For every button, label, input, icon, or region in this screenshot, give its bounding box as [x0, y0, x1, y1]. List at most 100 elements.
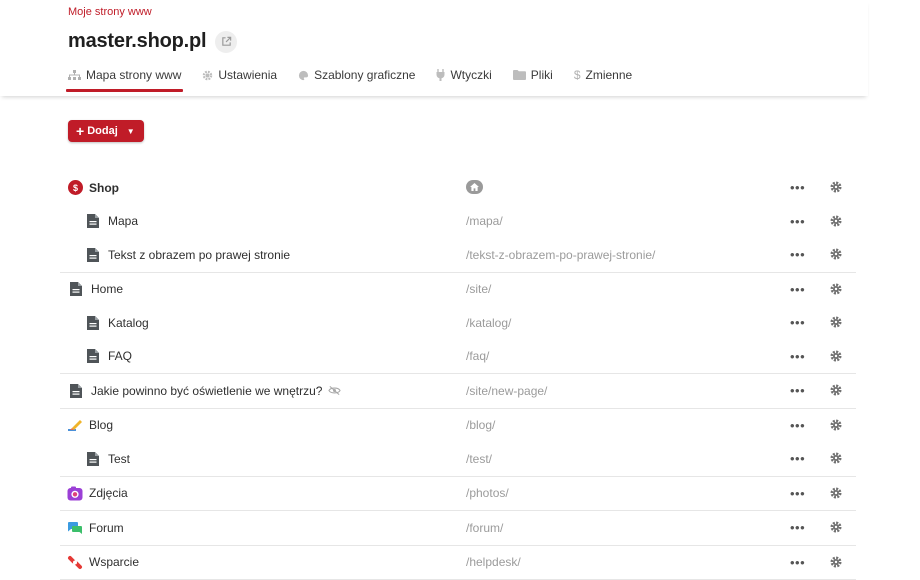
- row-settings-button[interactable]: [830, 283, 842, 298]
- list-item[interactable]: Mapa /mapa/ •••: [60, 205, 856, 239]
- gear-icon: [830, 350, 842, 362]
- row-name[interactable]: Forum: [67, 521, 124, 535]
- row-url[interactable]: /site/new-page/: [466, 384, 547, 398]
- row-settings-button[interactable]: [830, 384, 842, 399]
- add-button[interactable]: + Dodaj ▼: [68, 120, 144, 142]
- row-settings-button[interactable]: [830, 350, 842, 365]
- row-settings-button[interactable]: [830, 419, 842, 434]
- row-url[interactable]: /blog/: [466, 418, 495, 432]
- blog-icon: [67, 418, 83, 432]
- tab-templates[interactable]: Szablony graficzne: [296, 66, 417, 90]
- row-name[interactable]: Jakie powinno być oświetlenie we wnętrzu…: [70, 384, 341, 398]
- row-name[interactable]: Zdjęcia: [67, 486, 128, 501]
- row-name[interactable]: Katalog: [87, 316, 149, 330]
- gear-icon: [830, 283, 842, 295]
- more-options-button[interactable]: •••: [790, 315, 805, 330]
- row-label: FAQ: [108, 349, 132, 363]
- dollar-icon: $: [574, 68, 581, 82]
- eye-slash-icon: [328, 385, 341, 396]
- gear-icon: [830, 452, 842, 464]
- row-name[interactable]: Tekst z obrazem po prawej stronie: [87, 248, 290, 262]
- row-name[interactable]: $ Shop: [68, 180, 119, 195]
- gear-icon: [202, 70, 213, 81]
- open-external-button[interactable]: [215, 31, 237, 53]
- list-item[interactable]: Forum /forum/ •••: [60, 510, 856, 545]
- row-name[interactable]: Test: [87, 452, 130, 466]
- row-url[interactable]: /photos/: [466, 486, 509, 500]
- row-label: Home: [91, 282, 123, 296]
- tab-sitemap[interactable]: Mapa strony www: [66, 66, 183, 90]
- tab-label: Wtyczki: [450, 68, 491, 82]
- tab-label: Szablony graficzne: [314, 68, 415, 82]
- more-options-button[interactable]: •••: [790, 418, 805, 433]
- list-item[interactable]: FAQ /faq/ •••: [60, 340, 856, 374]
- add-button-label: Dodaj: [87, 125, 118, 137]
- more-options-button[interactable]: •••: [790, 349, 805, 364]
- row-url[interactable]: /test/: [466, 452, 492, 466]
- more-options-button[interactable]: •••: [790, 180, 805, 195]
- page-icon: [87, 316, 99, 330]
- tab-variables[interactable]: $ Zmienne: [572, 66, 634, 90]
- gear-icon: [830, 556, 842, 568]
- row-url[interactable]: /katalog/: [466, 316, 511, 330]
- row-name[interactable]: Blog: [67, 418, 113, 432]
- tab-plugins[interactable]: Wtyczki: [434, 66, 493, 90]
- row-url[interactable]: /site/: [466, 282, 491, 296]
- tab-files[interactable]: Pliki: [511, 66, 555, 90]
- row-url[interactable]: /forum/: [466, 521, 503, 535]
- list-item[interactable]: Zdjęcia /photos/ •••: [60, 476, 856, 511]
- more-options-button[interactable]: •••: [790, 486, 805, 501]
- row-name[interactable]: Wsparcie: [67, 555, 139, 570]
- row-settings-button[interactable]: [830, 181, 842, 196]
- more-options-button[interactable]: •••: [790, 282, 805, 297]
- gear-icon: [830, 487, 842, 499]
- gear-icon: [830, 316, 842, 328]
- more-options-button[interactable]: •••: [790, 451, 805, 466]
- breadcrumb[interactable]: Moje strony www: [68, 6, 152, 18]
- row-settings-button[interactable]: [830, 487, 842, 502]
- row-label: Mapa: [108, 214, 138, 228]
- gear-icon: [830, 181, 842, 193]
- tab-settings[interactable]: Ustawienia: [200, 66, 279, 90]
- row-settings-button[interactable]: [830, 215, 842, 230]
- gear-icon: [830, 419, 842, 431]
- row-settings-button[interactable]: [830, 248, 842, 263]
- list-item[interactable]: Wsparcie /helpdesk/ •••: [60, 545, 856, 580]
- tab-label: Ustawienia: [218, 68, 277, 82]
- list-item[interactable]: $ Shop •••: [60, 171, 856, 205]
- row-label: Wsparcie: [89, 555, 139, 569]
- row-url[interactable]: /mapa/: [466, 214, 503, 228]
- camera-icon: [67, 486, 83, 501]
- row-name[interactable]: FAQ: [87, 349, 132, 363]
- list-item[interactable]: Katalog /katalog/ •••: [60, 306, 856, 340]
- row-settings-button[interactable]: [830, 521, 842, 536]
- row-settings-button[interactable]: [830, 316, 842, 331]
- gear-icon: [830, 248, 842, 260]
- page-header: Moje strony www master.shop.pl Mapa stro…: [0, 0, 868, 96]
- page-icon: [87, 349, 99, 363]
- row-name[interactable]: Mapa: [87, 214, 138, 228]
- row-settings-button[interactable]: [830, 556, 842, 571]
- row-label: Zdjęcia: [89, 486, 128, 500]
- gear-icon: [830, 215, 842, 227]
- row-name[interactable]: Home: [70, 282, 123, 296]
- more-options-button[interactable]: •••: [790, 520, 805, 535]
- list-item[interactable]: Tekst z obrazem po prawej stronie /tekst…: [60, 238, 856, 272]
- sitemap-list: $ Shop ••• Mapa /mapa/ ••• Tekst z obraz…: [60, 171, 856, 580]
- row-label: Forum: [89, 521, 124, 535]
- row-url[interactable]: /faq/: [466, 349, 489, 363]
- list-item[interactable]: Jakie powinno być oświetlenie we wnętrzu…: [60, 373, 856, 408]
- plug-icon: [436, 69, 445, 81]
- caret-down-icon[interactable]: ▼: [127, 127, 135, 136]
- row-settings-button[interactable]: [830, 452, 842, 467]
- list-item[interactable]: Blog /blog/ •••: [60, 408, 856, 443]
- row-url[interactable]: /tekst-z-obrazem-po-prawej-stronie/: [466, 248, 655, 262]
- more-options-button[interactable]: •••: [790, 214, 805, 229]
- list-item[interactable]: Test /test/ •••: [60, 442, 856, 476]
- title-row: master.shop.pl: [68, 30, 237, 53]
- list-item[interactable]: Home /site/ •••: [60, 272, 856, 307]
- more-options-button[interactable]: •••: [790, 383, 805, 398]
- more-options-button[interactable]: •••: [790, 247, 805, 262]
- row-url[interactable]: /helpdesk/: [466, 555, 521, 569]
- more-options-button[interactable]: •••: [790, 555, 805, 570]
